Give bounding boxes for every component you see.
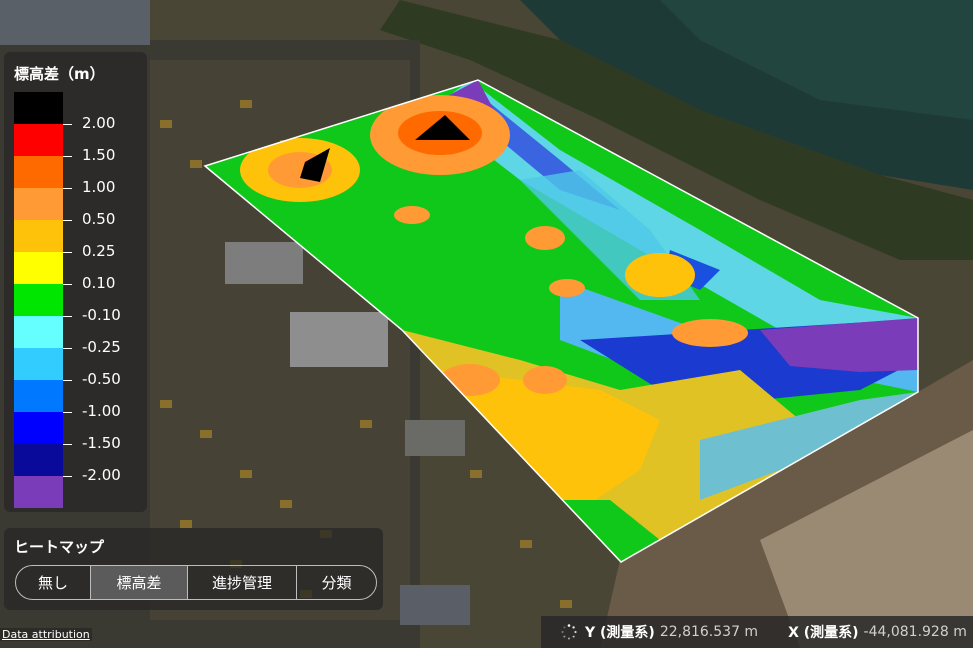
legend-tick-label: 1.00	[82, 178, 116, 196]
y-coordinate-value: 22,816.537 m	[659, 624, 759, 640]
heatmap-option-progress[interactable]: 進捗管理	[188, 566, 297, 599]
legend-swatch	[14, 412, 63, 444]
legend-tick-mark	[63, 412, 72, 413]
legend-tick-label: -0.25	[82, 338, 121, 356]
legend-swatch	[14, 156, 63, 188]
legend-tick-mark	[63, 156, 72, 157]
elevation-legend: 標高差（m） 2.00 1.50 1.00 0.50 0.25 0.10 -0.10 -0.2…	[4, 52, 147, 512]
legend-swatch	[14, 476, 63, 508]
heatmap-option-elevation-diff[interactable]: 標高差	[91, 566, 188, 599]
legend-swatch	[14, 284, 63, 316]
legend-tick-label: -0.50	[82, 370, 121, 388]
heatmap-title: ヒートマップ	[14, 538, 105, 556]
legend-tick-mark	[63, 316, 72, 317]
legend-tick-mark	[63, 188, 72, 189]
loading-spinner-icon	[561, 624, 577, 640]
x-coordinate-value: -44,081.928 m	[863, 624, 967, 640]
legend-swatch	[14, 444, 63, 476]
legend-tick-label: 2.00	[82, 114, 116, 132]
legend-tick-label: -1.00	[82, 402, 121, 420]
legend-tick-label: -0.10	[82, 306, 121, 324]
legend-tick-mark	[63, 220, 72, 221]
legend-swatch	[14, 188, 63, 220]
heatmap-panel: ヒートマップ 無し 標高差 進捗管理 分類	[4, 528, 383, 610]
x-coordinate-label: X (測量系)	[788, 625, 859, 641]
legend-tick-label: 0.10	[82, 274, 116, 292]
legend-tick-mark	[63, 284, 72, 285]
legend-swatch	[14, 316, 63, 348]
heatmap-option-none[interactable]: 無し	[16, 566, 91, 599]
legend-swatch	[14, 92, 63, 124]
legend-swatch	[14, 124, 63, 156]
legend-swatch	[14, 348, 63, 380]
heatmap-option-classification[interactable]: 分類	[297, 566, 376, 599]
legend-tick-label: -2.00	[82, 466, 121, 484]
legend-tick-label: 0.25	[82, 242, 116, 260]
data-attribution-link[interactable]: Data attribution	[0, 628, 92, 641]
legend-tick-label: 0.50	[82, 210, 116, 228]
legend-swatch	[14, 380, 63, 412]
heatmap-mode-selector: 無し 標高差 進捗管理 分類	[15, 565, 377, 600]
coordinate-status-bar: Y (測量系) 22,816.537 m X (測量系) -44,081.928…	[541, 616, 973, 648]
legend-tick-mark	[63, 252, 72, 253]
y-coordinate-label: Y (測量系)	[585, 625, 655, 641]
legend-title: 標高差（m）	[14, 65, 105, 83]
legend-tick-mark	[63, 476, 72, 477]
legend-tick-mark	[63, 348, 72, 349]
legend-tick-label: 1.50	[82, 146, 116, 164]
legend-swatch	[14, 220, 63, 252]
legend-tick-mark	[63, 380, 72, 381]
legend-tick-mark	[63, 124, 72, 125]
legend-swatch	[14, 252, 63, 284]
legend-tick-label: -1.50	[82, 434, 121, 452]
legend-tick-mark	[63, 444, 72, 445]
